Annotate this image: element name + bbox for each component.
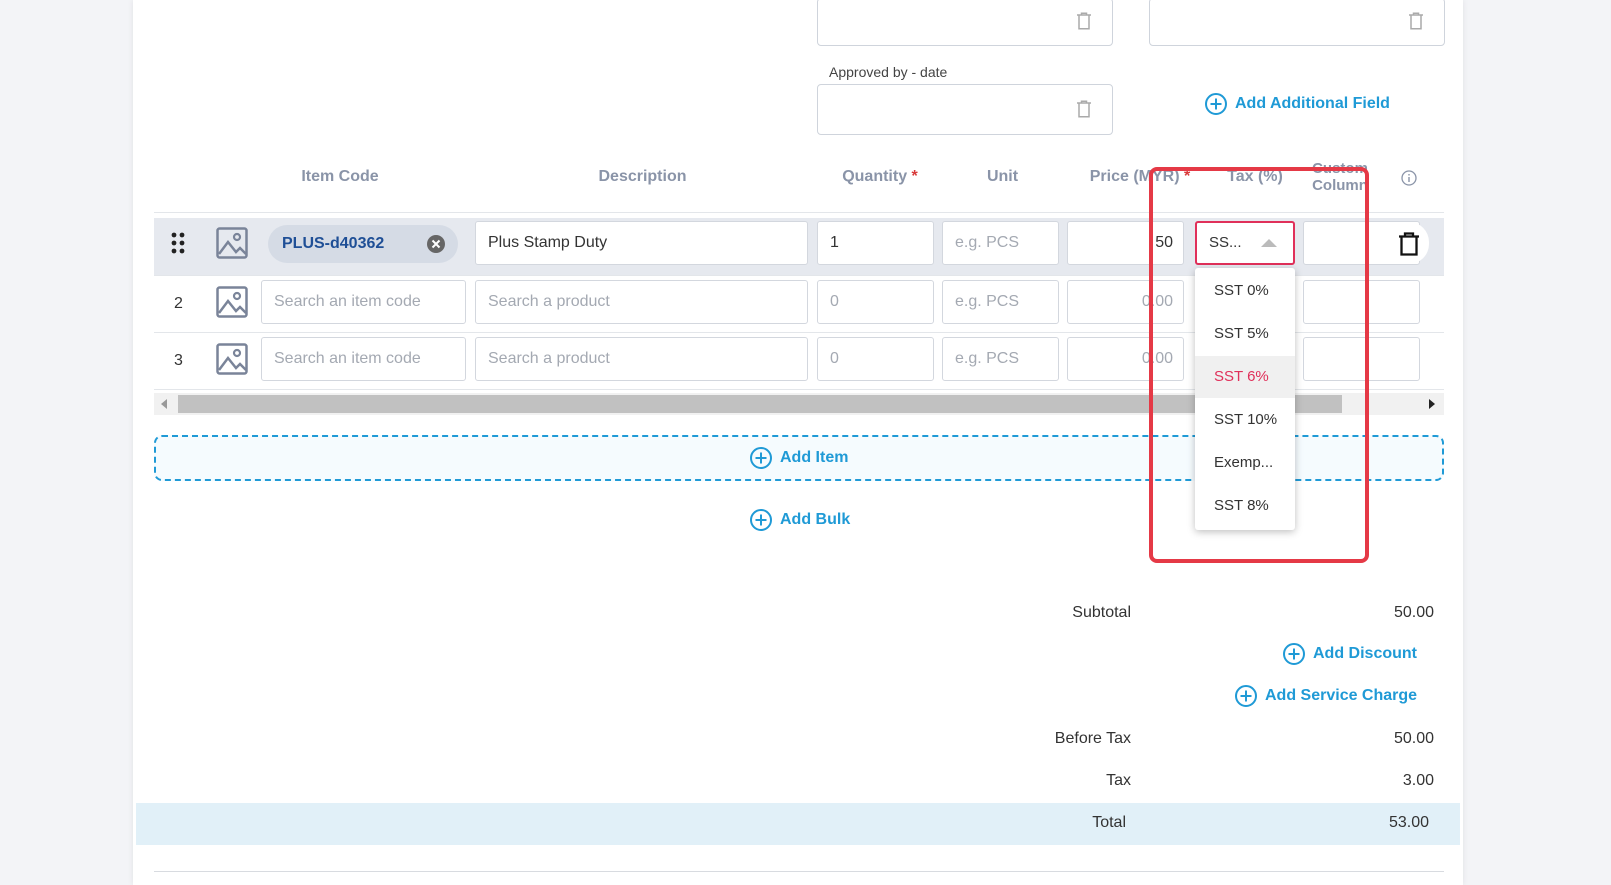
plus-circle-icon (1235, 685, 1257, 707)
custom-field-2[interactable] (1149, 0, 1445, 46)
trash-icon[interactable] (1076, 100, 1092, 118)
drag-handle-icon[interactable] (171, 232, 185, 254)
item-code-search-input[interactable]: Search an item code (261, 337, 466, 381)
plus-circle-icon (1205, 93, 1227, 115)
price-input[interactable]: 0.00 (1067, 280, 1184, 324)
trash-icon[interactable] (1408, 12, 1424, 30)
unit-input[interactable]: e.g. PCS (942, 221, 1059, 265)
total-value: 53.00 (1388, 814, 1429, 831)
header-custom-column: Custom Column (1312, 160, 1368, 194)
tax-dropdown-menu: SST 0% SST 5% SST 6% SST 10% Exemp... SS… (1195, 268, 1295, 530)
add-service-charge-button[interactable]: Add Service Charge (1235, 685, 1417, 707)
tax-option[interactable]: SST 10% (1195, 399, 1295, 441)
plus-circle-icon (1283, 643, 1305, 665)
item-code-search-input[interactable]: Search an item code (261, 280, 466, 324)
add-item-link: Add Item (750, 447, 848, 469)
custom-column-input[interactable] (1303, 337, 1420, 381)
tax-select-value: SS... (1209, 234, 1242, 251)
add-additional-field-button[interactable]: Add Additional Field (1205, 93, 1390, 115)
image-icon[interactable] (216, 286, 248, 318)
price-input[interactable]: 0.00 (1067, 337, 1184, 381)
header-description: Description (598, 168, 687, 185)
scroll-left-icon[interactable] (160, 399, 168, 409)
header-item-code: Item Code (301, 168, 379, 185)
product-search-input[interactable]: Search a product (475, 280, 808, 324)
tax-label: Tax (1106, 772, 1131, 789)
description-input[interactable]: Plus Stamp Duty (475, 221, 808, 265)
header-unit: Unit (986, 168, 1019, 185)
quantity-input[interactable]: 0 (817, 280, 934, 324)
add-item-label: Add Item (780, 449, 849, 466)
total-label: Total (1092, 814, 1126, 831)
tax-option[interactable]: SST 0% (1195, 270, 1295, 312)
header-tax: Tax (%) (1227, 168, 1283, 185)
tax-option[interactable]: Exemp... (1195, 442, 1295, 484)
scroll-right-icon[interactable] (1428, 399, 1436, 409)
unit-input[interactable]: e.g. PCS (942, 280, 1059, 324)
before-tax-value: 50.00 (1393, 730, 1434, 747)
row-number: 3 (174, 352, 183, 369)
tax-option[interactable]: SST 5% (1195, 313, 1295, 355)
item-code-chip-label: PLUS-d40362 (282, 235, 385, 252)
add-bulk-label: Add Bulk (780, 511, 851, 528)
trash-icon[interactable] (1076, 12, 1092, 30)
add-bulk-button[interactable]: Add Bulk (750, 509, 850, 531)
caret-up-icon (1261, 239, 1277, 247)
plus-circle-icon (750, 509, 772, 531)
quantity-input[interactable]: 1 (817, 221, 934, 265)
custom-column-input[interactable] (1303, 280, 1420, 324)
info-icon[interactable] (1401, 170, 1417, 186)
product-search-input[interactable]: Search a product (475, 337, 808, 381)
plus-circle-icon (750, 447, 772, 469)
quantity-input[interactable]: 0 (817, 337, 934, 381)
approved-by-date-label: Approved by - date (829, 64, 948, 80)
footer-divider (154, 871, 1444, 872)
tax-option[interactable]: SST 8% (1195, 485, 1295, 527)
trash-icon (1399, 232, 1419, 256)
delete-row-button[interactable] (1389, 222, 1429, 264)
unit-input[interactable]: e.g. PCS (942, 337, 1059, 381)
add-discount-label: Add Discount (1313, 645, 1417, 662)
add-discount-button[interactable]: Add Discount (1283, 643, 1417, 665)
custom-field-1[interactable] (817, 0, 1113, 46)
tax-select[interactable]: SS... (1195, 221, 1295, 265)
before-tax-label: Before Tax (1054, 730, 1131, 747)
subtotal-value: 50.00 (1393, 604, 1434, 621)
header-price: Price (MYR) * (1089, 168, 1191, 185)
image-icon[interactable] (216, 227, 248, 259)
header-divider (154, 212, 1444, 213)
image-icon[interactable] (216, 343, 248, 375)
header-quantity: Quantity * (842, 168, 918, 185)
add-service-charge-label: Add Service Charge (1265, 687, 1418, 704)
scrollbar-thumb[interactable] (178, 395, 1342, 413)
clear-icon[interactable] (427, 235, 445, 253)
item-code-chip[interactable]: PLUS-d40362 (268, 225, 458, 263)
approved-by-date-field[interactable] (817, 84, 1113, 135)
total-row: Total 53.00 (136, 803, 1460, 845)
subtotal-label: Subtotal (1072, 604, 1131, 621)
row-number: 2 (174, 295, 183, 312)
add-additional-field-label: Add Additional Field (1235, 95, 1390, 112)
price-input[interactable]: 50 (1067, 221, 1184, 265)
tax-option-selected[interactable]: SST 6% (1195, 356, 1295, 398)
tax-value: 3.00 (1402, 772, 1434, 789)
